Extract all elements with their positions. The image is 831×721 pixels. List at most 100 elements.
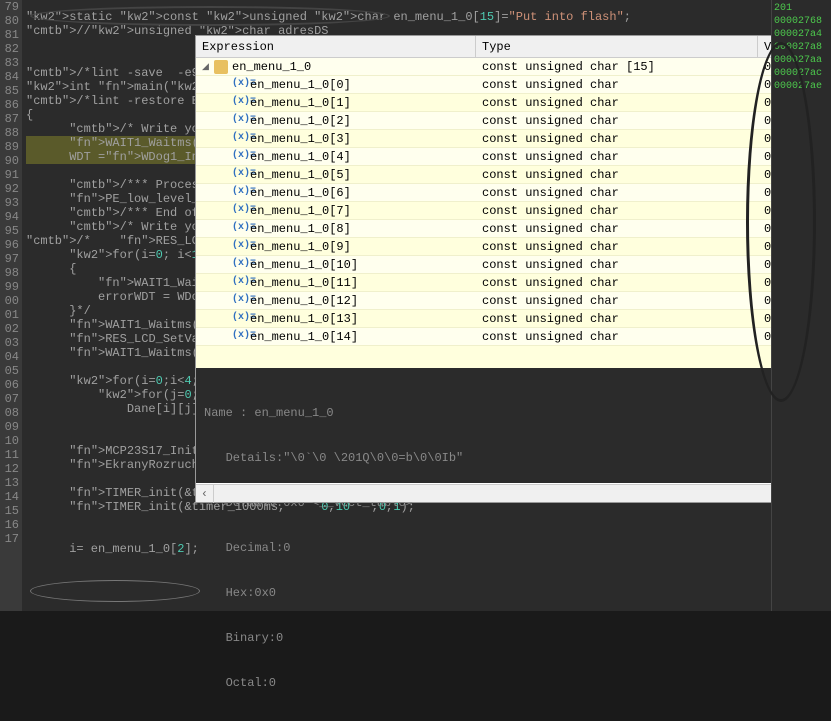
line-num: 92 bbox=[0, 182, 19, 196]
line-num: 08 bbox=[0, 406, 19, 420]
detail-hex: Hex:0x0 bbox=[204, 586, 822, 601]
watch-row[interactable]: (x)=en_menu_1_0[5]const unsigned char0x5… bbox=[196, 166, 830, 184]
watch-row[interactable]: (x)=en_menu_1_0[3]const unsigned char0x2… bbox=[196, 130, 830, 148]
variable-icon: (x)= bbox=[232, 330, 246, 344]
var-name: en_menu_1_0[5] bbox=[250, 168, 351, 182]
var-type: const unsigned char bbox=[476, 96, 758, 110]
watch-row[interactable]: (x)=en_menu_1_0[7]const unsigned char0x0 bbox=[196, 202, 830, 220]
line-num: 93 bbox=[0, 196, 19, 210]
line-num: 06 bbox=[0, 378, 19, 392]
variable-icon: (x)= bbox=[232, 240, 246, 254]
line-num: 82 bbox=[0, 42, 19, 56]
line-num: 10 bbox=[0, 434, 19, 448]
var-name: en_menu_1_0[1] bbox=[250, 96, 351, 110]
var-name: en_menu_1_0[0] bbox=[250, 78, 351, 92]
watch-row[interactable]: (x)=en_menu_1_0[4]const unsigned char0x8… bbox=[196, 148, 830, 166]
line-num: 03 bbox=[0, 336, 19, 350]
variable-icon: (x)= bbox=[232, 204, 246, 218]
memory-address: 000027ac bbox=[774, 67, 829, 80]
var-name: en_menu_1_0[13] bbox=[250, 312, 358, 326]
watch-window[interactable]: Expression Type Value ◢ en_menu_1_0 cons… bbox=[195, 35, 831, 503]
detail-name: Name : en_menu_1_0 bbox=[204, 406, 822, 421]
var-name: en_menu_1_0[6] bbox=[250, 186, 351, 200]
variable-icon: (x)= bbox=[232, 186, 246, 200]
line-num: 85 bbox=[0, 84, 19, 98]
watch-row[interactable]: (x)=en_menu_1_0[8]const unsigned char0x3… bbox=[196, 220, 830, 238]
line-num: 88 bbox=[0, 126, 19, 140]
memory-address: 000027a8 bbox=[774, 41, 829, 54]
watch-row[interactable]: (x)=en_menu_1_0[2]const unsigned char0x0 bbox=[196, 112, 830, 130]
line-num: 95 bbox=[0, 224, 19, 238]
struct-icon bbox=[214, 60, 228, 74]
var-name: en_menu_1_0[9] bbox=[250, 240, 351, 254]
variable-icon: (x)= bbox=[232, 132, 246, 146]
watch-row[interactable]: (x)=en_menu_1_0[10]const unsigned char0x… bbox=[196, 256, 830, 274]
line-num: 02 bbox=[0, 322, 19, 336]
var-name: en_menu_1_0[12] bbox=[250, 294, 358, 308]
var-type: const unsigned char bbox=[476, 150, 758, 164]
line-num: 83 bbox=[0, 56, 19, 70]
watch-row[interactable]: (x)=en_menu_1_0[9]const unsigned char0x6… bbox=[196, 238, 830, 256]
var-name: en_menu_1_0[2] bbox=[250, 114, 351, 128]
line-num: 12 bbox=[0, 462, 19, 476]
memory-address: 000027aa bbox=[774, 54, 829, 67]
horizontal-scrollbar[interactable]: ‹ bbox=[196, 484, 830, 502]
watch-row[interactable]: (x)=en_menu_1_0[6]const unsigned char0x0 bbox=[196, 184, 830, 202]
var-type: const unsigned char bbox=[476, 204, 758, 218]
variable-icon: (x)= bbox=[232, 78, 246, 92]
watch-row[interactable]: (x)=en_menu_1_0[13]const unsigned char0x… bbox=[196, 310, 830, 328]
line-num: 98 bbox=[0, 266, 19, 280]
line-num: 00 bbox=[0, 294, 19, 308]
memory-address: 201 bbox=[774, 2, 829, 15]
line-gutter: 79 80 81 82 83 84 85 86 87 88 89 90 91 9… bbox=[0, 0, 22, 611]
watch-row[interactable]: (x)=en_menu_1_0[0]const unsigned char0x0 bbox=[196, 76, 830, 94]
var-type: const unsigned char bbox=[476, 312, 758, 326]
var-type: const unsigned char [15] bbox=[476, 60, 758, 74]
line-num: 09 bbox=[0, 420, 19, 434]
watch-row-root[interactable]: ◢ en_menu_1_0 const unsigned char [15] 0… bbox=[196, 58, 830, 76]
line-num: 80 bbox=[0, 14, 19, 28]
var-type: const unsigned char bbox=[476, 258, 758, 272]
line-num: 05 bbox=[0, 364, 19, 378]
variable-icon: (x)= bbox=[232, 276, 246, 290]
memory-address: 000027a4 bbox=[774, 28, 829, 41]
line-num: 14 bbox=[0, 490, 19, 504]
detail-details: Details:"\0`\0 \201Q\0\0=b\0\0Ib" bbox=[204, 451, 822, 466]
line-num: 07 bbox=[0, 392, 19, 406]
memory-panel[interactable]: 20100002768000027a4000027a8000027aa00002… bbox=[771, 0, 831, 611]
watch-row[interactable]: (x)=en_menu_1_0[1]const unsigned char0x6… bbox=[196, 94, 830, 112]
variable-icon: (x)= bbox=[232, 294, 246, 308]
var-type: const unsigned char bbox=[476, 186, 758, 200]
watch-row[interactable]: (x)=en_menu_1_0[11]const unsigned char0x… bbox=[196, 274, 830, 292]
collapse-icon[interactable]: ◢ bbox=[202, 62, 212, 72]
detail-binary: Binary:0 bbox=[204, 631, 822, 646]
col-expression[interactable]: Expression bbox=[196, 36, 476, 57]
line-num: 94 bbox=[0, 210, 19, 224]
variable-icon: (x)= bbox=[232, 222, 246, 236]
detail-decimal: Decimal:0 bbox=[204, 541, 822, 556]
watch-row[interactable]: (x)=en_menu_1_0[12]const unsigned char0x… bbox=[196, 292, 830, 310]
line-num: 17 bbox=[0, 532, 19, 546]
var-name: en_menu_1_0[8] bbox=[250, 222, 351, 236]
memory-address: 00002768 bbox=[774, 15, 829, 28]
line-num: 99 bbox=[0, 280, 19, 294]
var-type: const unsigned char bbox=[476, 330, 758, 344]
watch-body[interactable]: ◢ en_menu_1_0 const unsigned char [15] 0… bbox=[196, 58, 830, 368]
var-type: const unsigned char bbox=[476, 132, 758, 146]
line-num: 79 bbox=[0, 0, 19, 14]
detail-octal: Octal:0 bbox=[204, 676, 822, 691]
col-type[interactable]: Type bbox=[476, 36, 758, 57]
var-name: en_menu_1_0[11] bbox=[250, 276, 358, 290]
line-num: 86 bbox=[0, 98, 19, 112]
line-num: 01 bbox=[0, 308, 19, 322]
line-num: 91 bbox=[0, 168, 19, 182]
line-num: 84 bbox=[0, 70, 19, 84]
line-num: 89 bbox=[0, 140, 19, 154]
variable-icon: (x)= bbox=[232, 168, 246, 182]
scroll-left-icon[interactable]: ‹ bbox=[196, 485, 214, 503]
var-name: en_menu_1_0[10] bbox=[250, 258, 358, 272]
line-num: 96 bbox=[0, 238, 19, 252]
var-type: const unsigned char bbox=[476, 78, 758, 92]
watch-row[interactable]: (x)=en_menu_1_0[14]const unsigned char0x… bbox=[196, 328, 830, 346]
variable-icon: (x)= bbox=[232, 258, 246, 272]
